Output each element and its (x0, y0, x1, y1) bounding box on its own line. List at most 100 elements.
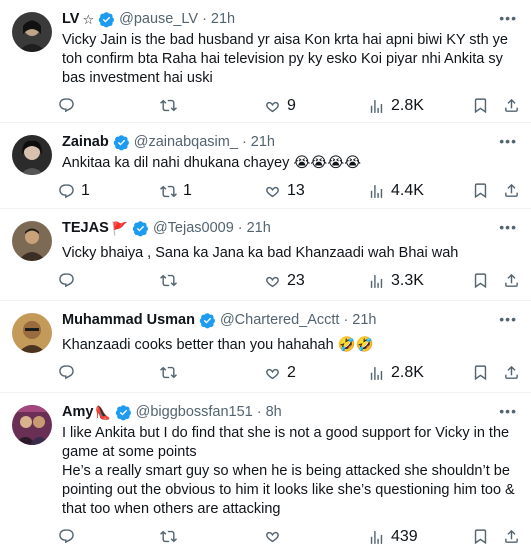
avatar[interactable] (12, 12, 52, 52)
name-emoji: ☆ (82, 12, 95, 27)
timestamp[interactable]: 21h (352, 311, 376, 330)
views-button[interactable]: 3.3K (368, 272, 424, 290)
share-button[interactable] (503, 528, 520, 545)
tweet-header: Zainab @zainabqasim_ · 21h (62, 133, 517, 152)
retweet-icon (160, 274, 177, 287)
heart-icon (266, 531, 279, 543)
reply-button[interactable] (58, 528, 81, 545)
share-button[interactable] (503, 182, 520, 199)
more-icon[interactable]: ••• (499, 311, 517, 327)
share-icon (505, 98, 518, 112)
bookmark-icon (474, 273, 487, 289)
tweet-actions: 2 2.8K (0, 355, 531, 391)
tweet-text: Vicky Jain is the bad husband yr aisa Ko… (62, 32, 508, 86)
views-icon (370, 274, 383, 288)
retweet-icon (160, 99, 177, 112)
display-name[interactable]: Zainab (62, 133, 109, 152)
timestamp[interactable]: 21h (251, 133, 275, 152)
avatar[interactable] (12, 135, 52, 175)
more-icon[interactable]: ••• (499, 403, 517, 419)
views-count: 3.3K (391, 272, 424, 289)
tweet[interactable]: Zainab @zainabqasim_ · 21h ••• Ankitaa k… (0, 123, 531, 209)
bookmark-button[interactable] (472, 364, 489, 381)
share-button[interactable] (503, 364, 520, 381)
name-emoji: 👠 (94, 405, 111, 420)
share-icon (505, 273, 518, 287)
heart-icon (266, 368, 279, 379)
tweet[interactable]: LV ☆ @pause_LV · 21h ••• Vicky Jain is t… (0, 0, 531, 123)
views-button[interactable]: 4.4K (368, 182, 424, 200)
user-handle[interactable]: @Tejas0009 (153, 219, 234, 238)
tweet[interactable]: Amy 👠 @biggbossfan151 · 8h ••• I like An… (0, 393, 531, 555)
retweet-icon (160, 530, 177, 543)
views-count: 439 (391, 528, 418, 545)
retweet-icon (160, 366, 177, 379)
views-button[interactable]: 2.8K (368, 364, 424, 382)
user-handle[interactable]: @Chartered_Acctt (220, 311, 340, 330)
like-count: 13 (287, 182, 305, 199)
tweet-header: Amy 👠 @biggbossfan151 · 8h (62, 403, 517, 422)
reply-button[interactable]: 1 (58, 182, 90, 200)
reply-button[interactable] (58, 272, 81, 289)
views-button[interactable]: 439 (368, 528, 418, 546)
timestamp[interactable]: 21h (211, 10, 235, 29)
more-icon[interactable]: ••• (499, 219, 517, 235)
reply-icon (59, 365, 74, 380)
tweet-header: Muhammad Usman @Chartered_Acctt · 21h (62, 311, 517, 330)
reply-button[interactable] (58, 364, 81, 381)
more-icon[interactable]: ••• (499, 10, 517, 26)
bookmark-button[interactable] (472, 97, 489, 114)
tweet[interactable]: Muhammad Usman @Chartered_Acctt · 21h ••… (0, 301, 531, 393)
like-button[interactable]: 13 (264, 182, 305, 200)
retweet-button[interactable] (160, 97, 183, 114)
avatar[interactable] (12, 313, 52, 353)
heart-icon (266, 186, 279, 197)
share-icon (505, 529, 518, 543)
avatar[interactable] (12, 221, 52, 261)
reply-icon (59, 529, 74, 544)
tweet[interactable]: TEJAS 🚩 @Tejas0009 · 21h ••• Vicky bhaiy… (0, 209, 531, 301)
tweet-feed: LV ☆ @pause_LV · 21h ••• Vicky Jain is t… (0, 0, 531, 555)
display-name[interactable]: TEJAS (62, 219, 109, 238)
timestamp[interactable]: 8h (266, 403, 282, 422)
avatar[interactable] (12, 405, 52, 445)
user-handle[interactable]: @biggbossfan151 (136, 403, 253, 422)
retweet-button[interactable]: 1 (160, 182, 192, 200)
share-button[interactable] (503, 97, 520, 114)
share-button[interactable] (503, 272, 520, 289)
reply-icon (59, 183, 74, 198)
more-icon[interactable]: ••• (499, 133, 517, 149)
bookmark-button[interactable] (472, 272, 489, 289)
display-name[interactable]: Muhammad Usman (62, 311, 195, 330)
user-handle[interactable]: @pause_LV (119, 10, 198, 29)
like-button[interactable]: 9 (264, 97, 296, 115)
heart-icon (266, 276, 279, 287)
views-button[interactable]: 2.8K (368, 97, 424, 115)
share-icon (505, 365, 518, 379)
share-icon (505, 183, 518, 197)
retweet-button[interactable] (160, 364, 183, 381)
user-handle[interactable]: @zainabqasim_ (134, 133, 238, 152)
like-button[interactable] (264, 528, 287, 545)
like-button[interactable]: 2 (264, 364, 296, 382)
verified-badge-icon (199, 312, 216, 329)
separator-dot: · (343, 312, 349, 328)
reply-button[interactable] (58, 97, 81, 114)
bookmark-button[interactable] (472, 182, 489, 199)
like-button[interactable]: 23 (264, 272, 305, 290)
reply-icon (59, 98, 74, 113)
verified-badge-icon (132, 220, 149, 237)
views-count: 2.8K (391, 364, 424, 381)
retweet-button[interactable] (160, 528, 183, 545)
display-name[interactable]: Amy (62, 403, 93, 422)
separator-dot: · (256, 404, 262, 420)
views-icon (370, 366, 383, 380)
timestamp[interactable]: 21h (247, 219, 271, 238)
retweet-button[interactable] (160, 272, 183, 289)
tweet-header: LV ☆ @pause_LV · 21h (62, 10, 517, 29)
separator-dot: · (237, 220, 243, 236)
bookmark-button[interactable] (472, 528, 489, 545)
reply-count: 1 (81, 182, 90, 199)
tweet-actions: 9 2.8K (0, 88, 531, 124)
display-name[interactable]: LV (62, 10, 79, 29)
